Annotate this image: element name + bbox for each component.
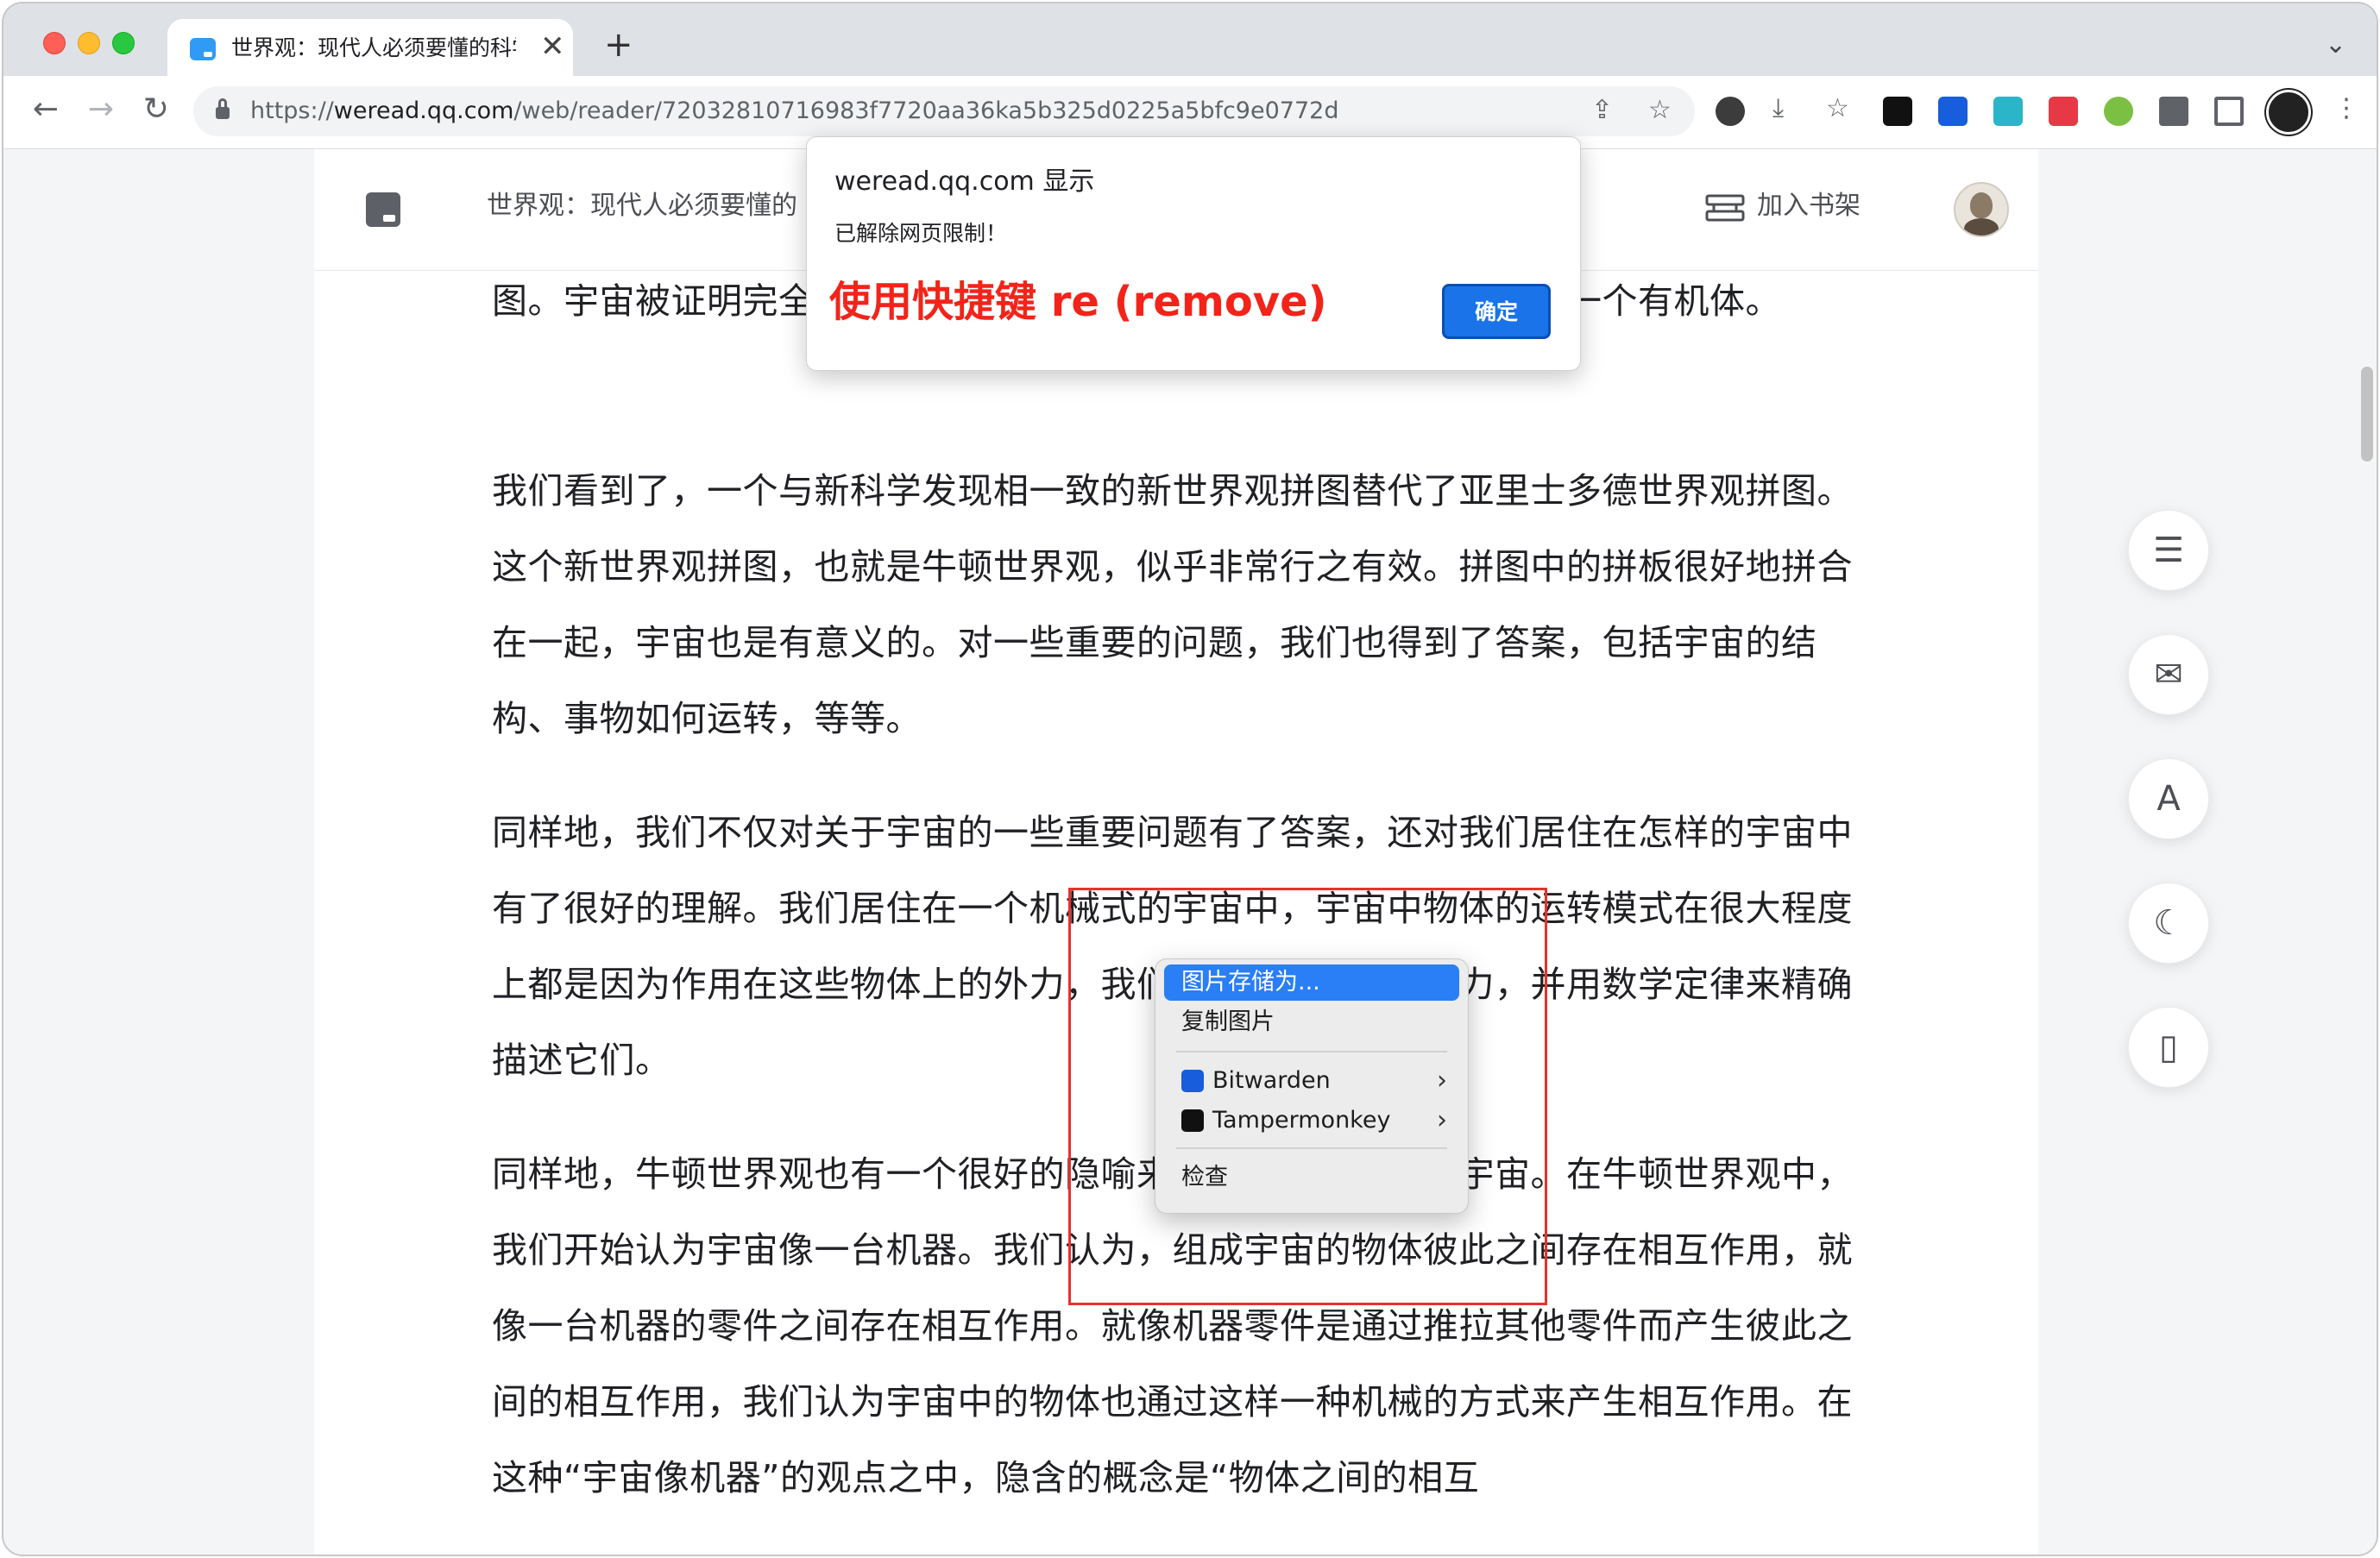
bitwarden-extension-icon[interactable] — [1938, 97, 1968, 126]
url-scheme: https:// — [250, 97, 334, 124]
book-title[interactable]: 世界观：现代人必须要懂的 — [487, 189, 797, 223]
menu-item-label: Tampermonkey — [1212, 1107, 1391, 1134]
menu-item-bitwarden[interactable]: Bitwarden › — [1164, 1063, 1459, 1099]
notes-button[interactable]: ✉ — [2128, 634, 2209, 715]
menu-item-inspect[interactable]: 检查 — [1164, 1159, 1459, 1196]
save-extension-icon[interactable] — [1993, 97, 2023, 126]
font-settings-button[interactable]: A — [2128, 758, 2209, 839]
tab-title: 世界观：现代人必须要懂的科学哲学 — [231, 35, 516, 60]
green-extension-icon[interactable] — [2104, 97, 2133, 126]
menu-item-label: Bitwarden — [1212, 1067, 1331, 1094]
tampermonkey-icon — [1181, 1109, 1204, 1132]
forward-button[interactable]: → — [81, 90, 121, 129]
tampermonkey-extension-icon[interactable] — [1883, 97, 1912, 126]
share-icon[interactable]: ⇪ — [1591, 93, 1613, 128]
close-window-button[interactable] — [43, 32, 66, 54]
download-icon[interactable]: ⤓ — [1772, 91, 1784, 126]
weread-favicon-icon — [190, 38, 216, 60]
ok-button[interactable]: 确定 — [1442, 284, 1551, 339]
tab-close-icon[interactable]: ✕ — [540, 31, 565, 62]
alert-host: weread.qq.com 显示 — [834, 166, 1095, 197]
mobile-reading-button[interactable]: ▯ — [2128, 1007, 2209, 1088]
menu-separator — [1176, 1051, 1447, 1052]
context-menu: 图片存储为... 复制图片 Bitwarden › Tampermonkey ›… — [1155, 958, 1469, 1214]
menu-item-tampermonkey[interactable]: Tampermonkey › — [1164, 1103, 1459, 1139]
menu-item-save-image[interactable]: 图片存储为... — [1164, 964, 1459, 1001]
chevron-right-icon: › — [1437, 1065, 1447, 1096]
back-button[interactable]: ← — [26, 90, 66, 129]
weread-logo-icon[interactable] — [366, 192, 400, 227]
url-text[interactable]: https://weread.qq.com/web/reader/7203281… — [250, 97, 1338, 126]
browser-window: 世界观：现代人必须要懂的科学哲学 ✕ + ⌄ ← → ↻ https://wer… — [3, 3, 2377, 1555]
zoom-window-button[interactable] — [112, 32, 135, 54]
minimize-window-button[interactable] — [78, 32, 100, 54]
address-bar[interactable]: https://weread.qq.com/web/reader/7203281… — [193, 86, 1695, 136]
shortcut-hint: 使用快捷键 re (remove) — [829, 278, 1327, 326]
user-avatar[interactable] — [1954, 182, 2009, 237]
extension-history-icon[interactable] — [1716, 97, 1745, 126]
side-panel-icon[interactable] — [2214, 97, 2244, 126]
bookmark-star-icon[interactable]: ☆ — [1648, 93, 1672, 128]
extensions-puzzle-icon[interactable] — [2159, 97, 2188, 126]
url-path: /web/reader/72032810716983f7720aa36ka5b3… — [513, 97, 1339, 124]
more-menu-icon[interactable]: ⋮ — [2333, 91, 2359, 126]
url-host: weread.qq.com — [333, 97, 514, 124]
profile-avatar[interactable] — [2266, 90, 2311, 135]
bitwarden-icon — [1181, 1070, 1204, 1092]
reload-button[interactable]: ↻ — [136, 90, 176, 129]
toc-button[interactable]: ☰ — [2128, 510, 2209, 591]
page-scrollbar[interactable] — [2361, 367, 2373, 462]
menu-separator — [1176, 1147, 1447, 1149]
paragraph: 我们看到了，一个与新科学发现相一致的新世界观拼图替代了亚里士多德世界观拼图。这个… — [492, 470, 1853, 739]
alert-dialog: weread.qq.com 显示 已解除网页限制！ 使用快捷键 re (remo… — [806, 136, 1581, 371]
add-to-shelf-icon[interactable] — [1705, 192, 1745, 223]
alert-message: 已解除网页限制！ — [834, 221, 1008, 246]
tab-weread[interactable]: 世界观：现代人必须要懂的科学哲学 ✕ — [167, 19, 573, 76]
new-tab-button[interactable]: + — [604, 28, 633, 62]
tab-search-icon[interactable]: ⌄ — [2325, 29, 2346, 60]
reading-list-icon[interactable]: ☆ — [1826, 91, 1849, 126]
menu-item-copy-image[interactable]: 复制图片 — [1164, 1004, 1459, 1040]
chevron-right-icon: › — [1437, 1105, 1447, 1135]
dark-mode-button[interactable]: ☾ — [2128, 883, 2209, 964]
lock-icon[interactable] — [216, 98, 230, 119]
shield-extension-icon[interactable] — [2049, 97, 2078, 126]
add-to-shelf-label[interactable]: 加入书架 — [1757, 189, 1861, 223]
tab-strip: 世界观：现代人必须要懂的科学哲学 ✕ + ⌄ — [3, 3, 2377, 76]
